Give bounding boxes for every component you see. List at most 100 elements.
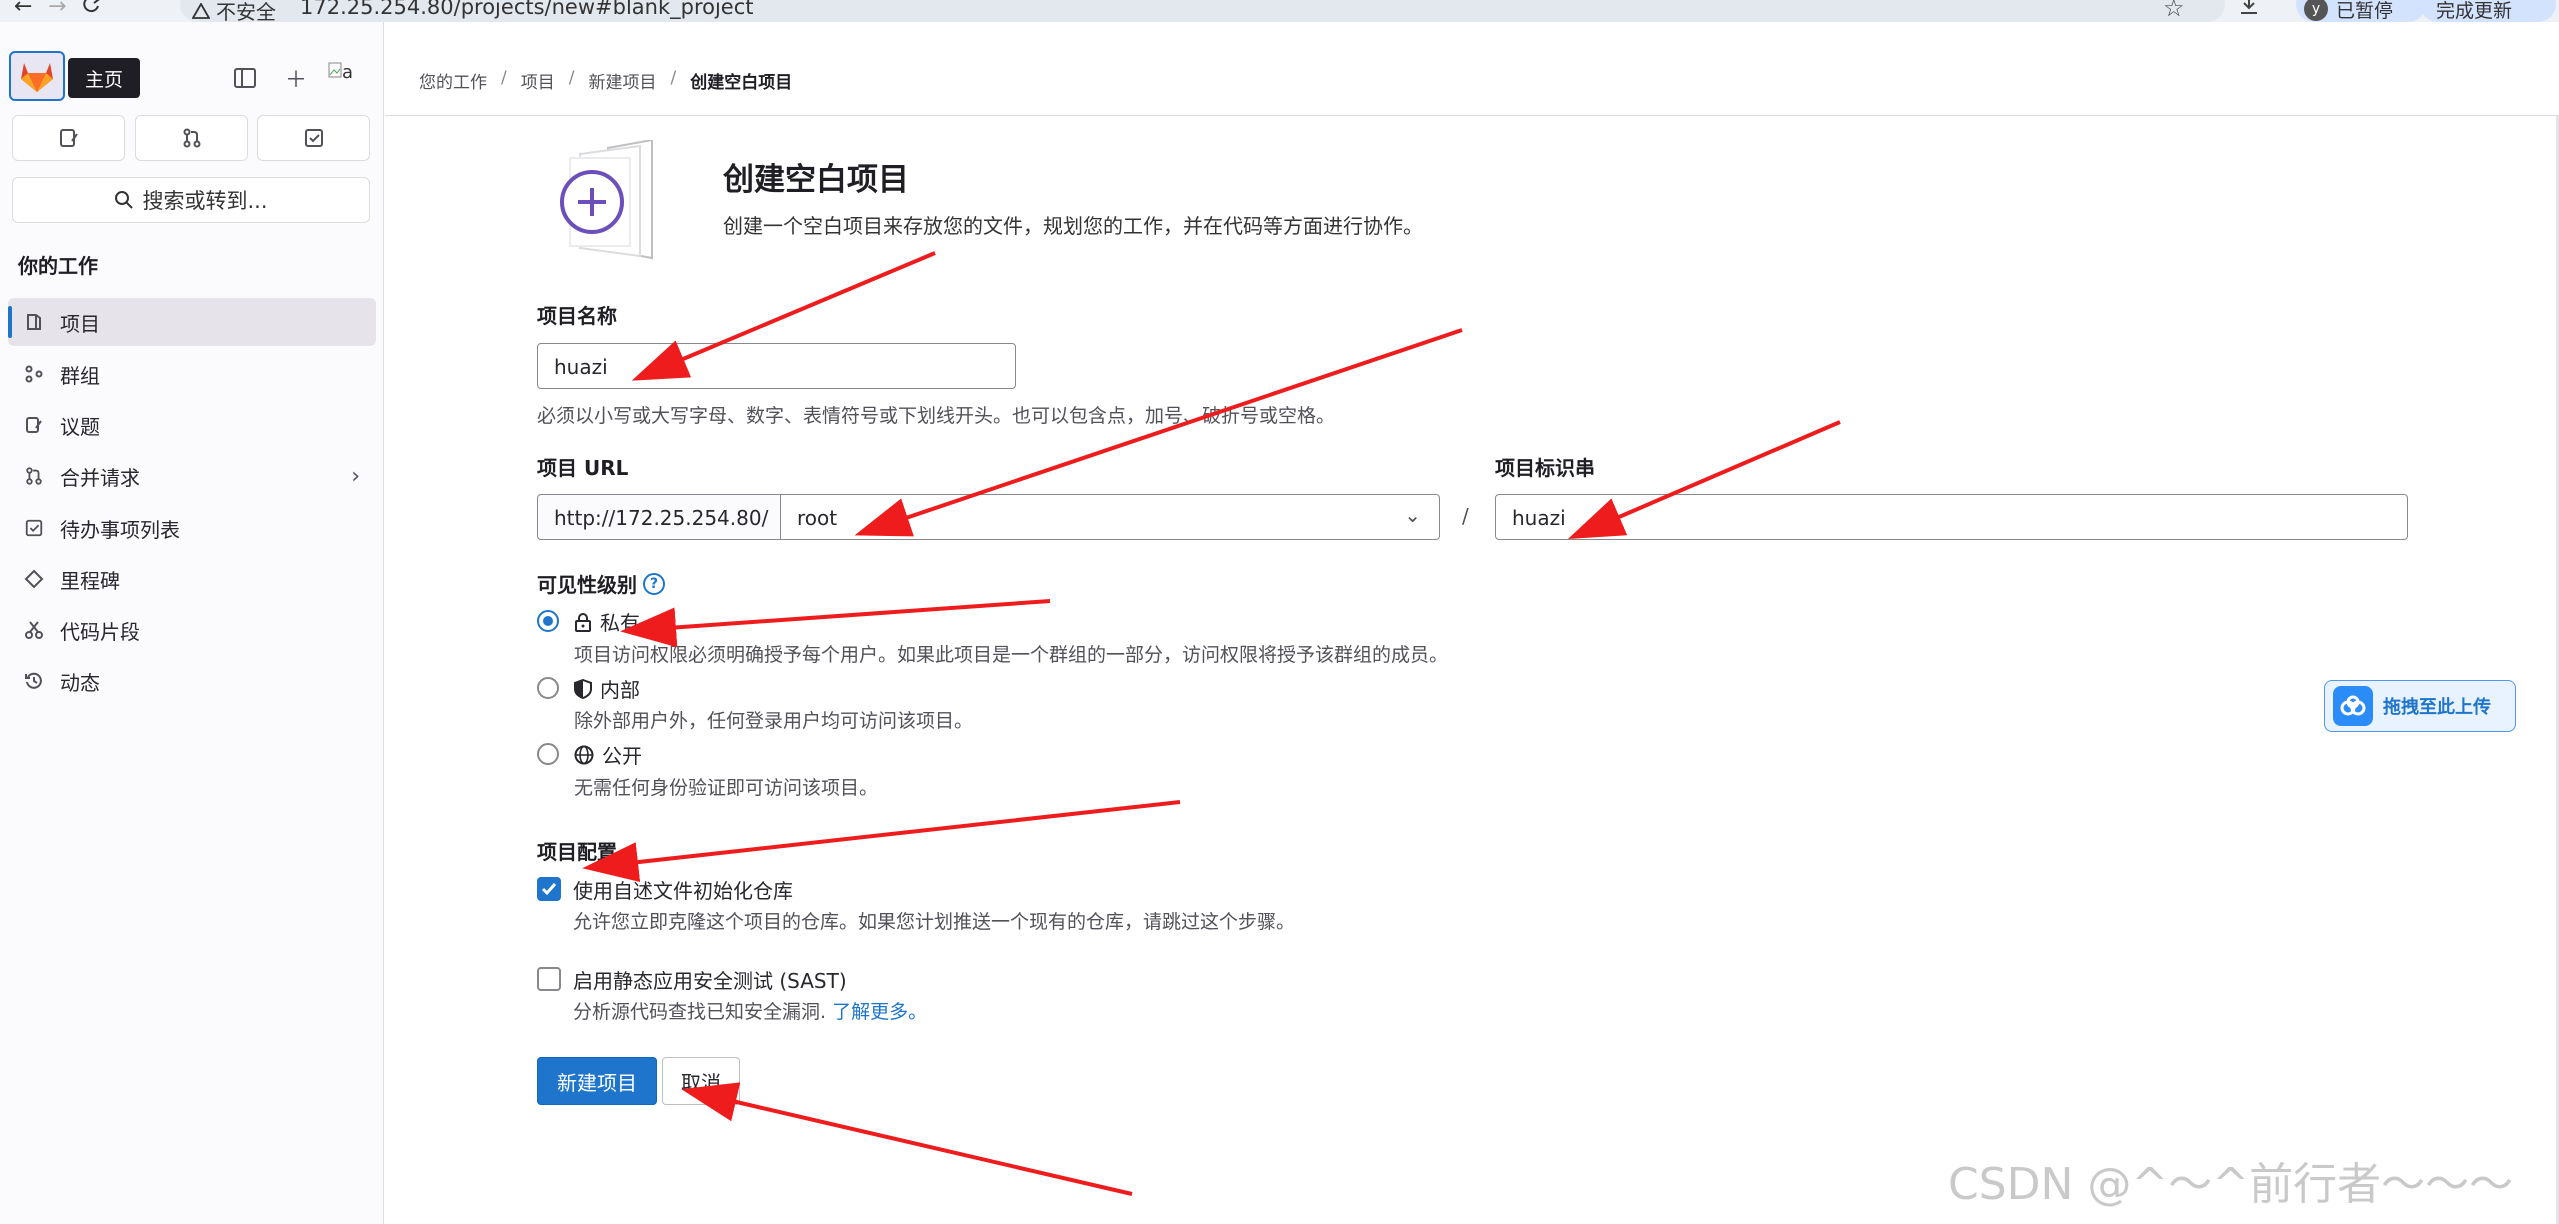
history-icon	[25, 672, 42, 689]
todo-icon	[304, 129, 323, 147]
forward-icon[interactable]: →	[48, 0, 66, 19]
project-config-label: 项目配置	[537, 840, 617, 864]
sidebar-item-issues[interactable]: 议题	[8, 401, 376, 449]
breadcrumb-projects[interactable]: 项目	[521, 68, 555, 93]
warning-icon	[192, 2, 210, 19]
reload-icon[interactable]	[82, 0, 102, 20]
readme-label[interactable]: 使用自述文件初始化仓库	[573, 875, 793, 904]
readme-checkbox[interactable]	[537, 877, 561, 901]
todo-list-button[interactable]	[257, 115, 370, 161]
paused-label: 已暂停	[2336, 0, 2394, 22]
sidebar-item-milestones[interactable]: 里程碑	[8, 555, 376, 603]
sidebar-item-label: 群组	[60, 363, 100, 388]
option-label: 私有	[600, 611, 640, 635]
merge-request-icon	[26, 467, 42, 485]
sidebar-item-label: 动态	[60, 670, 100, 695]
project-name-input[interactable]: huazi	[537, 343, 1016, 389]
search-icon	[115, 191, 134, 209]
profile-avatar: y	[2304, 0, 2328, 21]
sast-desc: 分析源代码查找已知安全漏洞. 了解更多。	[573, 997, 927, 1024]
option-label: 内部	[600, 678, 640, 702]
visibility-public-label[interactable]: 公开	[574, 740, 642, 769]
visibility-public-desc: 无需任何身份验证即可访问该项目。	[574, 777, 879, 799]
drag-upload-widget[interactable]: 拖拽至此上传	[2324, 680, 2516, 732]
cloud-upload-icon	[2333, 686, 2373, 726]
project-slug-input[interactable]: huazi	[1495, 494, 2408, 540]
top-bar: 您的工作 / 项目 / 新建项目 / 创建空白项目	[385, 22, 2559, 116]
visibility-private-radio[interactable]	[537, 610, 559, 632]
todo-icon	[25, 519, 43, 537]
project-icon	[27, 314, 41, 330]
merge-request-icon	[183, 128, 200, 148]
browser-toolbar: ← → 不安全 172.25.254.80/projects/new#blank…	[0, 0, 2559, 24]
visibility-internal-label[interactable]: 内部	[574, 674, 640, 703]
checkmark-icon	[541, 883, 557, 896]
help-icon[interactable]: ?	[643, 572, 665, 595]
search-button[interactable]: 搜索或转到...	[12, 177, 370, 223]
arrow-to-private	[620, 599, 1051, 648]
download-icon[interactable]	[2238, 0, 2260, 22]
url-separator: /	[1462, 504, 1469, 528]
csdn-watermark: CSDN @^～^前行者～～～	[1948, 1159, 2514, 1210]
arrow-to-config	[582, 800, 1181, 882]
assigned-issues-button[interactable]	[12, 115, 125, 161]
project-name-label: 项目名称	[537, 304, 617, 328]
profile-paused-button[interactable]: y 已暂停	[2296, 0, 2426, 22]
breadcrumb-new-project[interactable]: 新建项目	[588, 68, 656, 93]
visibility-private-desc: 项目访问权限必须明确授予每个用户。如果此项目是一个群组的一部分，访问权限将授予该…	[574, 644, 1449, 666]
group-icon	[25, 365, 43, 383]
readme-desc: 允许您立即克隆这个项目的仓库。如果您计划推送一个现有的仓库，请跳过这个步骤。	[573, 911, 1296, 933]
avatar-alt-text: a	[342, 62, 354, 83]
plus-icon[interactable]: ＋	[278, 60, 314, 96]
merge-requests-button[interactable]	[135, 115, 248, 161]
project-url-label: 项目 URL	[537, 456, 629, 480]
sidebar-item-label: 合并请求	[60, 465, 140, 490]
learn-more-link[interactable]: 了解更多。	[832, 1001, 927, 1023]
visibility-private-label[interactable]: 私有	[574, 607, 640, 636]
visibility-label: 可见性级别 ?	[537, 569, 665, 598]
lock-icon	[575, 612, 591, 632]
sidebar-toggle-icon[interactable]	[227, 60, 263, 96]
breadcrumb-current[interactable]: 创建空白项目	[690, 68, 792, 93]
sidebar-item-snippets[interactable]: 代码片段	[8, 606, 376, 654]
earth-icon	[574, 745, 594, 764]
sidebar-item-label: 代码片段	[60, 619, 140, 644]
back-icon[interactable]: ←	[14, 0, 32, 19]
bookmark-star-icon[interactable]: ☆	[2163, 0, 2185, 22]
sast-label[interactable]: 启用静态应用安全测试 (SAST)	[573, 965, 847, 994]
gitlab-logo[interactable]	[9, 51, 65, 101]
sidebar-item-label: 里程碑	[60, 568, 120, 593]
issues-icon	[59, 129, 78, 147]
url-text[interactable]: 172.25.254.80/projects/new#blank_project	[300, 0, 754, 19]
project-slug-label: 项目标识串	[1495, 456, 1595, 480]
sidebar-item-activity[interactable]: 动态	[8, 657, 376, 705]
breadcrumb-your-work[interactable]: 您的工作	[419, 68, 487, 93]
sidebar-item-projects[interactable]: 项目	[8, 298, 376, 346]
cancel-button[interactable]: 取消	[662, 1057, 740, 1105]
sidebar-item-todo-list[interactable]: 待办事项列表	[8, 504, 376, 552]
sast-desc-text: 分析源代码查找已知安全漏洞.	[573, 1001, 827, 1023]
update-button[interactable]: 完成更新	[2420, 0, 2556, 22]
visibility-internal-radio[interactable]	[537, 677, 559, 699]
namespace-select[interactable]: root ⌄	[780, 494, 1440, 540]
shield-icon	[574, 678, 592, 699]
create-project-button[interactable]: 新建项目	[537, 1057, 657, 1105]
chevron-down-icon: ⌄	[1404, 503, 1421, 527]
sast-checkbox[interactable]	[537, 967, 561, 991]
your-work-title: 你的工作	[18, 254, 98, 278]
option-label: 公开	[602, 744, 642, 768]
user-avatar[interactable]: a	[328, 62, 353, 83]
visibility-public-radio[interactable]	[537, 743, 559, 765]
milestone-icon	[24, 569, 44, 589]
issues-icon	[26, 417, 42, 433]
snippet-icon	[25, 621, 43, 639]
chevron-right-icon: ›	[351, 463, 360, 489]
sidebar-item-merge-requests[interactable]: 合并请求 ›	[8, 452, 376, 500]
sidebar-item-label: 项目	[60, 311, 100, 336]
sidebar-item-groups[interactable]: 群组	[8, 350, 376, 398]
upload-label: 拖拽至此上传	[2383, 697, 2491, 718]
url-prefix: http://172.25.254.80/	[537, 494, 781, 540]
visibility-internal-desc: 除外部用户外，任何登录用户均可访问该项目。	[574, 710, 974, 732]
namespace-value: root	[797, 506, 838, 530]
sidebar-item-label: 议题	[60, 414, 100, 439]
